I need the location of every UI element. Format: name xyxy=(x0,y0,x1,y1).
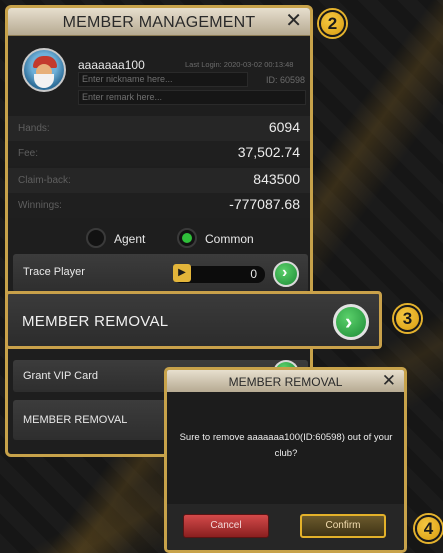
stat-label: Fee: xyxy=(18,148,39,159)
step-marker-3: 3 xyxy=(394,305,421,332)
radio-agent[interactable]: Agent xyxy=(86,228,166,250)
close-icon[interactable]: ✕ xyxy=(285,10,302,32)
radio-unchecked-icon[interactable] xyxy=(86,228,106,248)
stat-label: Claim-back: xyxy=(18,175,71,186)
username: aaaaaaa100 xyxy=(78,58,145,72)
step-marker-4: 4 xyxy=(415,515,442,542)
stat-value: 37,502.74 xyxy=(237,144,300,160)
radio-common[interactable]: Common xyxy=(177,228,277,250)
member-id: ID: 60598 xyxy=(266,75,306,85)
avatar xyxy=(22,48,66,92)
dialog-header: MEMBER REMOVAL ✕ xyxy=(167,370,404,392)
radio-label: Agent xyxy=(114,232,146,246)
radio-label: Common xyxy=(205,232,254,246)
radio-checked-icon[interactable] xyxy=(177,228,197,248)
stat-row-fee: Fee: 37,502.74 xyxy=(8,141,310,166)
remark-input[interactable]: Enter remark here... xyxy=(78,90,306,105)
member-removal-label: MEMBER REMOVAL xyxy=(23,414,128,426)
stat-row-claim-back: Claim-back: 843500 xyxy=(8,168,310,193)
member-removal-dialog: MEMBER REMOVAL ✕ Sure to remove aaaaaaa1… xyxy=(164,367,407,553)
step-marker-2: 2 xyxy=(319,10,346,37)
panel-header: MEMBER MANAGEMENT ✕ xyxy=(8,8,310,36)
trace-player-row: Trace Player 0 ▶ › xyxy=(13,254,308,292)
cancel-button[interactable]: Cancel xyxy=(183,514,269,538)
stat-value: 843500 xyxy=(253,171,300,187)
stat-label: Hands: xyxy=(18,123,50,134)
stat-value: -777087.68 xyxy=(229,196,300,212)
member-removal-go-button[interactable]: › xyxy=(333,304,369,340)
arrow-right-icon: › xyxy=(282,264,288,281)
last-login: Last Login: 2020-03-02 00:13:48 xyxy=(185,60,294,69)
stat-value: 6094 xyxy=(268,119,300,135)
close-icon[interactable]: ✕ xyxy=(382,371,396,391)
trace-player-go-button[interactable]: › xyxy=(273,261,299,287)
dialog-message: Sure to remove aaaaaaa100(ID:60598) out … xyxy=(179,432,393,459)
nickname-input[interactable]: Enter nickname here... xyxy=(78,72,248,87)
confirm-button[interactable]: Confirm xyxy=(300,514,386,538)
member-removal-label: MEMBER REMOVAL xyxy=(22,313,169,330)
stat-label: Winnings: xyxy=(18,200,62,211)
avatar-beard-shape xyxy=(34,74,54,88)
stat-row-hands: Hands: 6094 xyxy=(8,116,310,141)
panel-title: MEMBER MANAGEMENT xyxy=(62,14,256,31)
member-removal-row[interactable]: MEMBER REMOVAL › xyxy=(5,291,382,349)
radio-dot xyxy=(182,233,192,243)
dialog-footer: Cancel Confirm xyxy=(167,504,404,550)
dialog-title: MEMBER REMOVAL xyxy=(228,375,343,389)
trace-player-label: Trace Player xyxy=(23,266,85,278)
stat-row-winnings: Winnings: -777087.68 xyxy=(8,193,310,218)
arrow-right-icon: › xyxy=(345,309,353,334)
grant-vip-label: Grant VIP Card xyxy=(23,370,98,382)
trace-icon: ▶ xyxy=(173,264,191,282)
